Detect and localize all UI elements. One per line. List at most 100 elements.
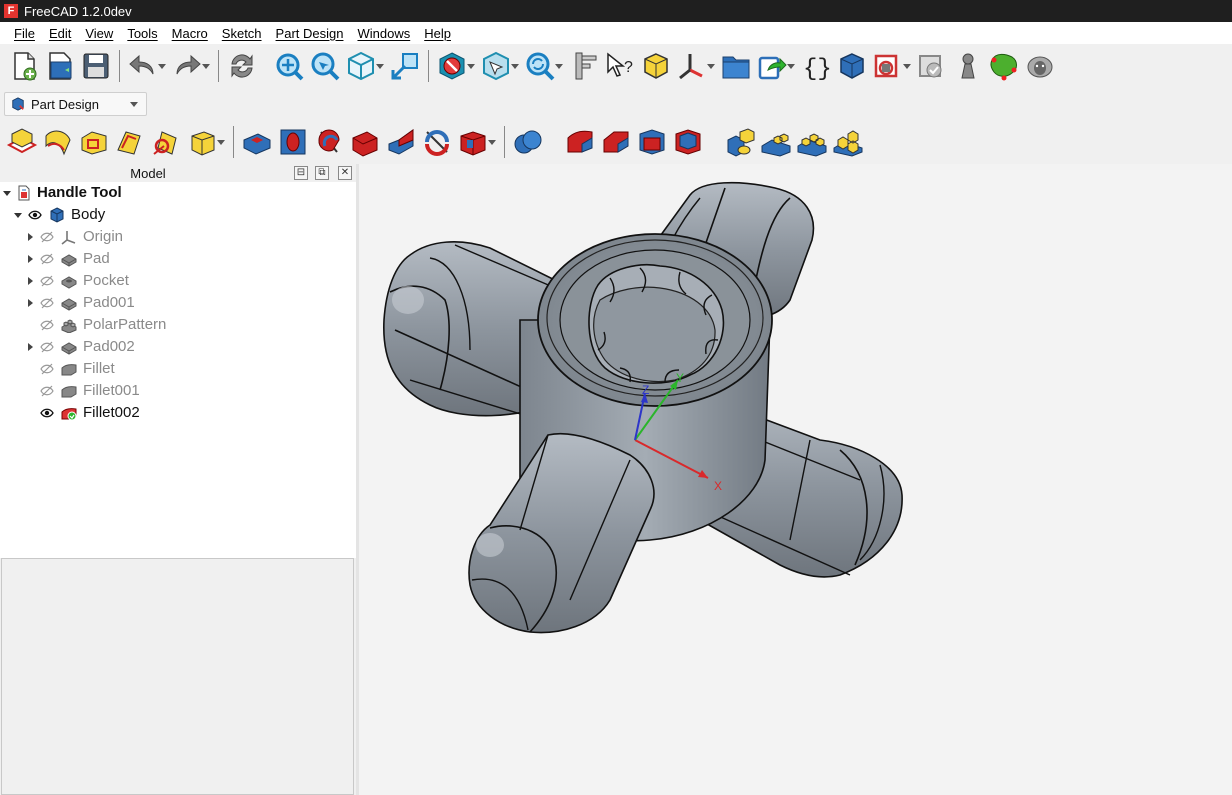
additive-pipe-button[interactable] [383, 124, 419, 160]
fillet-button[interactable] [562, 124, 598, 160]
fillet-icon [567, 130, 593, 153]
eye-icon[interactable] [40, 407, 54, 419]
link-button[interactable] [754, 48, 790, 84]
property-panel[interactable] [1, 558, 354, 795]
new-sketch-button[interactable] [4, 124, 40, 160]
subtractive-box-icon [460, 131, 486, 156]
panel-undock-button[interactable]: ⧉ [315, 166, 329, 180]
sketch-button[interactable] [986, 48, 1022, 84]
arm-lower-left[interactable] [468, 432, 655, 634]
body-button[interactable] [834, 48, 870, 84]
additive-box-button[interactable] [184, 124, 220, 160]
menu-file[interactable]: File [7, 26, 42, 41]
tree-item-fillet[interactable]: Fillet [0, 358, 356, 380]
eye-hidden-icon[interactable] [40, 253, 54, 265]
additive-helix-button[interactable] [419, 124, 455, 160]
eye-icon[interactable] [28, 209, 42, 221]
addon-manager-button[interactable] [1022, 48, 1058, 84]
open-document-button[interactable] [42, 48, 78, 84]
pad-button[interactable] [239, 124, 275, 160]
thickness-button[interactable] [670, 124, 706, 160]
tree-item-handle-tool[interactable]: Handle Tool [0, 182, 356, 204]
tree-item-pad002[interactable]: Pad002 [0, 336, 356, 358]
polar-pattern-icon [61, 319, 77, 333]
tree-item-origin[interactable]: Origin [0, 226, 356, 248]
check-geometry-button[interactable] [914, 48, 950, 84]
measure-button[interactable] [566, 48, 602, 84]
expand-arrow-icon[interactable] [28, 343, 33, 351]
measure-view-button[interactable] [387, 48, 423, 84]
eye-hidden-icon[interactable] [40, 385, 54, 397]
expression-button[interactable]: {} [798, 48, 834, 84]
fit-selection-button[interactable] [307, 48, 343, 84]
eye-hidden-icon[interactable] [40, 341, 54, 353]
tree-item-pocket[interactable]: Pocket [0, 270, 356, 292]
whats-this-button[interactable]: ? [602, 48, 638, 84]
isometric-view-button[interactable] [343, 48, 379, 84]
eye-hidden-icon[interactable] [40, 363, 54, 375]
expand-arrow-icon[interactable] [28, 299, 33, 307]
sketch-icon [990, 53, 1017, 81]
tree-item-pad001[interactable]: Pad001 [0, 292, 356, 314]
draw-style-button[interactable] [434, 48, 470, 84]
group-button[interactable] [718, 48, 754, 84]
sketch-overlay-button[interactable] [112, 124, 148, 160]
sketch-mirror-icon [153, 131, 177, 155]
clone-button[interactable] [950, 48, 986, 84]
panel-float-button[interactable]: ⊟ [294, 166, 308, 180]
tree-item-polar-pattern[interactable]: PolarPattern [0, 314, 356, 336]
redo-button[interactable] [169, 48, 205, 84]
expand-arrow-icon[interactable] [28, 233, 33, 241]
polar-pattern-button[interactable] [794, 124, 830, 160]
menu-part-design[interactable]: Part Design [269, 26, 351, 41]
datum-axes-button[interactable] [674, 48, 710, 84]
eye-hidden-icon[interactable] [40, 275, 54, 287]
expand-arrow-icon[interactable] [28, 255, 33, 263]
menu-macro[interactable]: Macro [165, 26, 215, 41]
tree-item-body[interactable]: Body [0, 204, 356, 226]
eye-hidden-icon[interactable] [40, 319, 54, 331]
additive-loft-button[interactable] [347, 124, 383, 160]
mirror-sketch-button[interactable] [148, 124, 184, 160]
boolean-button[interactable] [510, 124, 546, 160]
part-button[interactable] [638, 48, 674, 84]
mirrored-button[interactable] [722, 124, 758, 160]
tree-item-fillet001[interactable]: Fillet001 [0, 380, 356, 402]
eye-hidden-icon[interactable] [40, 297, 54, 309]
revolution-button[interactable] [311, 124, 347, 160]
open-document-icon [49, 52, 72, 80]
draft-button[interactable] [634, 124, 670, 160]
save-document-button[interactable] [78, 48, 114, 84]
menu-edit[interactable]: Edit [42, 26, 78, 41]
eye-hidden-icon[interactable] [40, 231, 54, 243]
menu-help[interactable]: Help [417, 26, 458, 41]
chamfer-button[interactable] [598, 124, 634, 160]
bounding-box-button[interactable] [478, 48, 514, 84]
menu-sketch[interactable]: Sketch [215, 26, 269, 41]
tree-item-fillet002[interactable]: Fillet002 [0, 402, 356, 424]
attachment-sketch-button[interactable] [40, 124, 76, 160]
menu-view[interactable]: View [78, 26, 120, 41]
multi-transform-button[interactable] [830, 124, 866, 160]
undo-icon [129, 54, 154, 75]
expand-arrow-icon[interactable] [28, 277, 33, 285]
3d-viewport[interactable]: X Y Z [359, 164, 1232, 795]
collapse-arrow-icon[interactable] [3, 191, 11, 196]
refresh-button[interactable] [224, 48, 260, 84]
undo-button[interactable] [125, 48, 161, 84]
menu-tools[interactable]: Tools [120, 26, 164, 41]
panel-close-button[interactable]: ✕ [338, 166, 352, 180]
fit-all-button[interactable] [271, 48, 307, 84]
linear-pattern-button[interactable] [758, 124, 794, 160]
new-document-button[interactable] [6, 48, 42, 84]
menu-windows[interactable]: Windows [350, 26, 417, 41]
sync-view-button[interactable] [522, 48, 558, 84]
validate-sketch-button[interactable] [76, 124, 112, 160]
subtractive-box-button[interactable] [455, 124, 491, 160]
tree-item-pad[interactable]: Pad [0, 248, 356, 270]
shape-binder-button[interactable] [870, 48, 906, 84]
collapse-arrow-icon[interactable] [14, 213, 22, 218]
workbench-selector[interactable]: Part Design [4, 92, 147, 116]
pocket-button[interactable] [275, 124, 311, 160]
save-icon [83, 53, 109, 79]
